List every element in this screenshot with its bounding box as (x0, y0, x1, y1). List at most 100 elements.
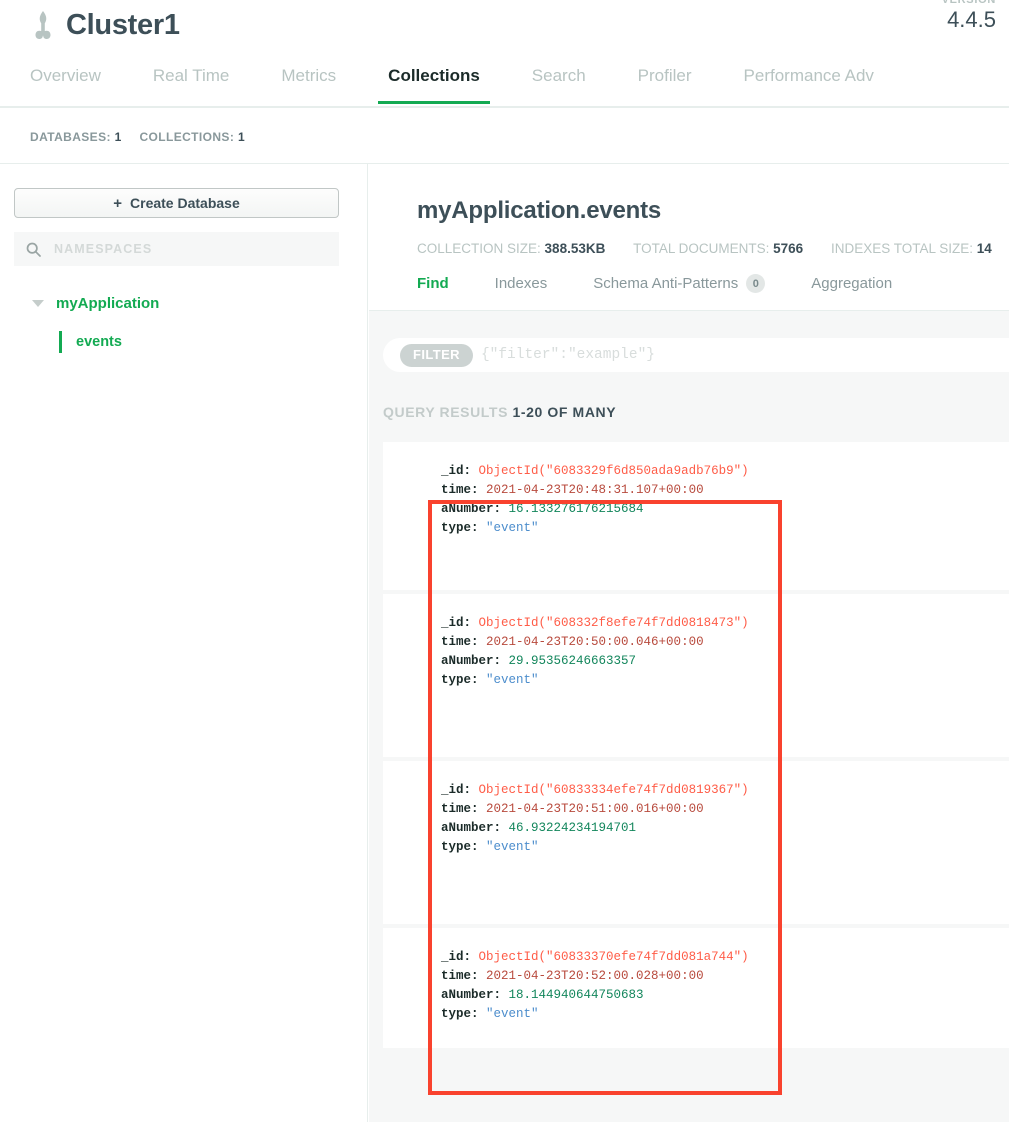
document-row[interactable]: _id: ObjectId("60833370efe74f7dd081a744"… (383, 928, 1009, 1048)
subtab-schema-anti-patterns-label: Schema Anti-Patterns (593, 275, 739, 292)
stat-indexes-total-size-label: INDEXES TOTAL SIZE: (830, 241, 973, 256)
document-row[interactable]: _id: ObjectId("60833334efe74f7dd0819367"… (383, 761, 1009, 924)
sidebar-collection-label: events (76, 334, 122, 350)
document-field-anumber: aNumber: 46.93224234194701 (441, 819, 1009, 838)
tab-collections[interactable]: Collections (378, 62, 490, 104)
document-field-time: time: 2021-04-23T20:51:00.016+00:00 (441, 800, 1009, 819)
collection-content: myApplication.events COLLECTION SIZE: 38… (369, 164, 1009, 1122)
search-icon (26, 242, 41, 257)
query-results-panel: FILTER {"filter":"example"} QUERY RESULT… (369, 311, 1009, 1122)
namespace-sidebar: + Create Database NAMESPACES myApplicati… (0, 164, 368, 1122)
document-field-id: _id: ObjectId("60833370efe74f7dd081a744"… (441, 948, 1009, 967)
collection-stats: COLLECTION SIZE: 388.53KB TOTAL DOCUMENT… (417, 241, 1009, 256)
field-value-anumber: 18.144940644750683 (508, 988, 644, 1002)
query-results-heading: QUERY RESULTS 1-20 OF MANY (383, 404, 1009, 420)
document-field-type: type: "event" (441, 838, 1009, 857)
plus-icon: + (113, 194, 123, 212)
filter-input[interactable]: FILTER {"filter":"example"} (383, 338, 1009, 372)
namespace-search-input[interactable]: NAMESPACES (14, 232, 339, 266)
field-key-id: _id: (441, 616, 472, 630)
active-collection-indicator (59, 331, 62, 353)
subtab-find[interactable]: Find (417, 275, 449, 292)
field-key-type: type: (441, 840, 479, 854)
field-value-type: "event" (486, 521, 539, 535)
document-field-anumber: aNumber: 18.144940644750683 (441, 986, 1009, 1005)
document-row[interactable]: _id: ObjectId("6083329f6d850ada9adb76b9"… (383, 442, 1009, 590)
field-value-time: 2021-04-23T20:51:00.016+00:00 (486, 802, 704, 816)
tab-real-time[interactable]: Real Time (153, 62, 230, 102)
main-tab-bar: Overview Real Time Metrics Collections S… (0, 62, 1009, 108)
field-value-type: "event" (486, 840, 539, 854)
field-key-type: type: (441, 521, 479, 535)
subtab-schema-anti-patterns[interactable]: Schema Anti-Patterns 0 (593, 274, 766, 293)
collections-label: COLLECTIONS: (139, 130, 235, 144)
collection-header: myApplication.events COLLECTION SIZE: 38… (369, 164, 1009, 311)
stat-total-documents-value: 5766 (773, 241, 804, 256)
cluster-title: Cluster1 (30, 0, 180, 50)
field-key-id: _id: (441, 464, 472, 478)
databases-value: 1 (114, 130, 122, 144)
collection-subtab-bar: Find Indexes Schema Anti-Patterns 0 Aggr… (369, 274, 938, 293)
page-title: myApplication.events (417, 197, 662, 224)
sidebar-database-myapplication[interactable]: myApplication (14, 295, 353, 312)
field-value-id: ObjectId("6083329f6d850ada9adb76b9") (478, 464, 749, 478)
field-value-anumber: 29.95356246663357 (508, 654, 637, 668)
stat-total-documents-label: TOTAL DOCUMENTS: (633, 241, 770, 256)
field-value-id: ObjectId("60833334efe74f7dd0819367") (478, 783, 749, 797)
field-value-id: ObjectId("608332f8efe74f7dd0818473") (478, 616, 749, 630)
stat-collection-size: COLLECTION SIZE: 388.53KB (417, 241, 609, 256)
document-field-type: type: "event" (441, 519, 1009, 538)
tab-profiler[interactable]: Profiler (638, 62, 692, 102)
mongodb-atlas-collections-page: Cluster1 VERSION 4.4.5 Overview Real Tim… (0, 0, 1009, 1122)
stat-collection-size-value: 388.53KB (544, 241, 606, 256)
document-field-time: time: 2021-04-23T20:48:31.107+00:00 (441, 481, 1009, 500)
field-key-type: type: (441, 673, 479, 687)
version-block: VERSION 4.4.5 (942, 0, 996, 33)
field-key-time: time: (441, 635, 479, 649)
chevron-down-icon[interactable] (32, 300, 44, 307)
document-field-type: type: "event" (441, 1005, 1009, 1024)
field-key-anumber: aNumber: (441, 821, 502, 835)
version-value: 4.4.5 (947, 7, 996, 32)
document-field-time: time: 2021-04-23T20:52:00.028+00:00 (441, 967, 1009, 986)
field-key-anumber: aNumber: (441, 654, 502, 668)
field-key-type: type: (441, 1007, 479, 1021)
top-bar: Cluster1 VERSION 4.4.5 (0, 0, 1009, 62)
query-results-label: QUERY RESULTS (383, 404, 509, 420)
namespace-counts: DATABASES: 1 COLLECTIONS: 1 (30, 130, 259, 144)
field-value-time: 2021-04-23T20:50:00.046+00:00 (486, 635, 704, 649)
field-value-anumber: 46.93224234194701 (508, 821, 637, 835)
subtab-aggregation-label: Aggregation (811, 275, 893, 292)
field-key-time: time: (441, 802, 479, 816)
tab-overview[interactable]: Overview (30, 62, 101, 102)
tab-performance-advisor[interactable]: Performance Adv (744, 62, 874, 102)
subtab-find-label: Find (417, 275, 449, 292)
filter-placeholder: {"filter":"example"} (480, 347, 655, 363)
document-field-id: _id: ObjectId("60833334efe74f7dd0819367"… (441, 781, 1009, 800)
create-database-button[interactable]: + Create Database (14, 188, 339, 218)
filter-badge: FILTER (400, 343, 473, 367)
document-row[interactable]: _id: ObjectId("608332f8efe74f7dd0818473"… (383, 594, 1009, 757)
field-key-id: _id: (441, 950, 472, 964)
field-value-id: ObjectId("60833370efe74f7dd081a744") (478, 950, 749, 964)
cluster-name-text: Cluster1 (66, 9, 180, 41)
stat-collection-size-label: COLLECTION SIZE: (417, 241, 541, 256)
document-field-id: _id: ObjectId("6083329f6d850ada9adb76b9"… (441, 462, 1009, 481)
subtab-indexes[interactable]: Indexes (495, 275, 548, 292)
databases-label: DATABASES: (30, 130, 111, 144)
field-key-anumber: aNumber: (441, 988, 502, 1002)
leaf-icon (35, 11, 51, 39)
subtab-aggregation[interactable]: Aggregation (811, 275, 892, 292)
tab-search[interactable]: Search (532, 62, 586, 102)
document-field-type: type: "event" (441, 671, 1009, 690)
field-value-anumber: 16.133276176215684 (508, 502, 644, 516)
field-key-time: time: (441, 969, 479, 983)
field-value-time: 2021-04-23T20:48:31.107+00:00 (486, 483, 704, 497)
tab-metrics[interactable]: Metrics (281, 62, 336, 102)
sidebar-collection-events[interactable]: events (59, 331, 353, 353)
namespace-search-placeholder: NAMESPACES (54, 242, 153, 256)
schema-anti-patterns-badge: 0 (746, 274, 766, 293)
stat-total-documents: TOTAL DOCUMENTS: 5766 (633, 241, 807, 256)
version-label: VERSION (941, 0, 996, 6)
field-key-time: time: (441, 483, 479, 497)
